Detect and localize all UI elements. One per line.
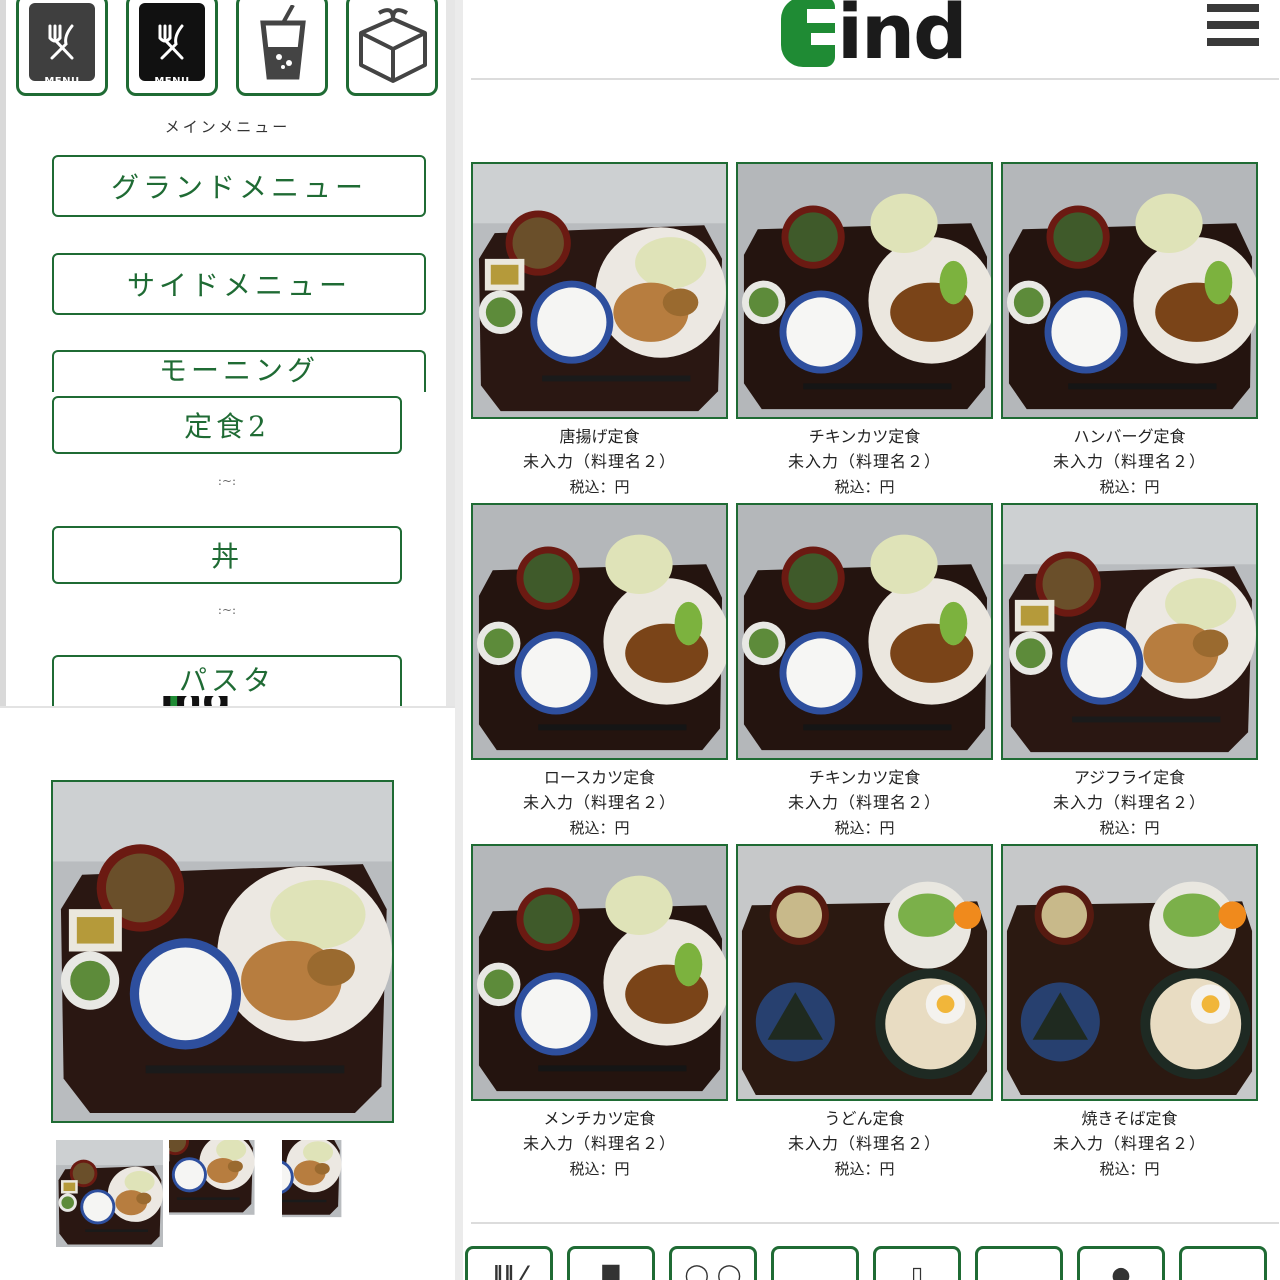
product-price: 税込：円 (834, 1160, 895, 1178)
product-name: うどん定食 (824, 1109, 905, 1128)
product-price: 税込：円 (834, 819, 895, 837)
cutlery-icon (48, 24, 74, 60)
map-icon[interactable] (975, 1246, 1063, 1280)
product-subname: 未入力（料理名２） (1052, 1134, 1206, 1153)
product-subname: 未入力（料理名２） (522, 1134, 676, 1153)
separator: :~: (217, 603, 237, 617)
product-name: ロースカツ定食 (543, 768, 656, 787)
gift-box-icon (359, 8, 427, 83)
category-panel: MENU MENU メインメニュー グランドメニュー サイドメニュー モーニング… (0, 0, 455, 706)
product-subname: 未入力（料理名２） (787, 452, 941, 471)
thumbnail-photo[interactable] (169, 1140, 276, 1247)
product-detail-panel (0, 706, 455, 1280)
product-name: メンチカツ定食 (543, 1109, 656, 1128)
product-card[interactable]: 唐揚げ定食 未入力（料理名２） 税込：円 (471, 162, 728, 496)
menu-book-icon[interactable]: MENU (16, 0, 108, 96)
product-price: 税込：円 (569, 1160, 630, 1178)
separator: :~: (217, 474, 237, 488)
product-name: 唐揚げ定食 (559, 427, 640, 446)
product-card[interactable]: 焼きそば定食 未入力（料理名２） 税込：円 (1001, 844, 1258, 1178)
product-photo[interactable] (1001, 162, 1258, 419)
site-logo[interactable]: ind (781, 0, 968, 76)
cutlery-icon[interactable]: ‖‖ ⁄ (465, 1246, 553, 1280)
product-price: 税込：円 (834, 478, 895, 496)
product-subname: 未入力（料理名２） (1052, 793, 1206, 812)
product-list-page: ind 唐揚げ定食 未入力（料理名２） 税込：円 チキンカツ定食 未入力（料理名… (455, 0, 1280, 1280)
product-name: ハンバーグ定食 (1073, 427, 1186, 446)
footer-divider (471, 1222, 1279, 1224)
product-subname: 未入力（料理名２） (787, 1134, 941, 1153)
icon-label: MENU (44, 76, 80, 87)
product-name: アジフライ定食 (1073, 768, 1186, 787)
thumbnail-photo[interactable] (56, 1140, 163, 1247)
header-divider (471, 78, 1279, 80)
drink-icon[interactable] (236, 0, 328, 96)
product-card[interactable]: ハンバーグ定食 未入力（料理名２） 税込：円 (1001, 162, 1258, 496)
product-name: チキンカツ定食 (808, 768, 921, 787)
grand-menu-button[interactable]: グランドメニュー (52, 155, 426, 217)
phone-icon[interactable]: ▯ (873, 1246, 961, 1280)
teishoku2-button[interactable]: 定食2 (52, 396, 402, 454)
logo-fragment: ▮ind (160, 696, 290, 706)
product-card[interactable]: チキンカツ定食 未入力（料理名２） 税込：円 (736, 162, 993, 496)
hamburger-icon[interactable] (1207, 4, 1259, 48)
more-icon[interactable] (1179, 1246, 1267, 1280)
product-subname: 未入力（料理名２） (787, 793, 941, 812)
product-price: 税込：円 (1099, 819, 1160, 837)
logo-f-mark (781, 0, 837, 67)
bag-icon[interactable]: ▇ (567, 1246, 655, 1280)
product-card[interactable]: チキンカツ定食 未入力（料理名２） 税込：円 (736, 503, 993, 837)
product-subname: 未入力（料理名２） (1052, 452, 1206, 471)
thumbnail-photo[interactable] (282, 1140, 389, 1247)
product-price: 税込：円 (1099, 478, 1160, 496)
logo-text: ind (837, 0, 968, 76)
glasses-icon[interactable]: ◯ ◯ (669, 1246, 757, 1280)
product-subname: 未入力（料理名２） (522, 793, 676, 812)
takeout-box-icon[interactable] (346, 0, 438, 96)
product-name: チキンカツ定食 (808, 427, 921, 446)
product-card[interactable]: アジフライ定食 未入力（料理名２） 税込：円 (1001, 503, 1258, 837)
donburi-button[interactable]: 丼 (52, 526, 402, 584)
product-price: 税込：円 (569, 478, 630, 496)
product-price: 税込：円 (1099, 1160, 1160, 1178)
side-menu-button[interactable]: サイドメニュー (52, 253, 426, 315)
panel-edge (446, 0, 455, 706)
product-photo[interactable] (736, 162, 993, 419)
panel-edge (0, 0, 6, 706)
product-photo[interactable] (736, 844, 993, 1101)
product-card[interactable]: うどん定食 未入力（料理名２） 税込：円 (736, 844, 993, 1178)
person-icon[interactable]: ● (1077, 1246, 1165, 1280)
main-product-photo[interactable] (51, 780, 394, 1123)
cutlery-icon (158, 24, 184, 60)
product-photo[interactable] (471, 503, 728, 760)
product-card[interactable]: メンチカツ定食 未入力（料理名２） 税込：円 (471, 844, 728, 1178)
drink-icon (260, 5, 306, 80)
icon-label: MENU (154, 76, 190, 87)
menu-book-icon[interactable]: MENU (126, 0, 218, 96)
product-card[interactable]: ロースカツ定食 未入力（料理名２） 税込：円 (471, 503, 728, 837)
section-title: メインメニュー (164, 118, 291, 136)
product-subname: 未入力（料理名２） (522, 452, 676, 471)
product-photo[interactable] (1001, 844, 1258, 1101)
product-photo[interactable] (471, 162, 728, 419)
product-photo[interactable] (736, 503, 993, 760)
product-name: 焼きそば定食 (1081, 1109, 1178, 1128)
product-photo[interactable] (471, 844, 728, 1101)
product-photo[interactable] (1001, 503, 1258, 760)
product-price: 税込：円 (569, 819, 630, 837)
morning-menu-button[interactable]: モーニング (52, 350, 426, 392)
box-icon[interactable] (771, 1246, 859, 1280)
